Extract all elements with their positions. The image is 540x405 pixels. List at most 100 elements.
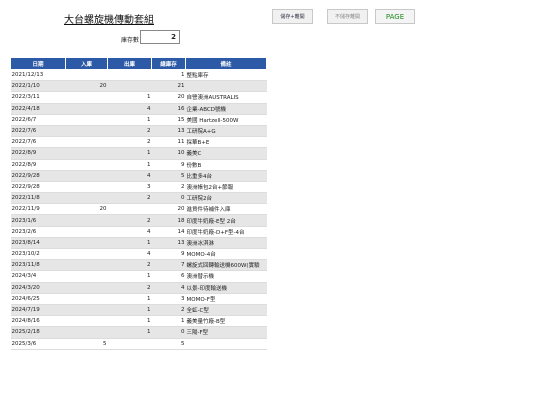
cell-date: 2025/3/6 bbox=[10, 338, 66, 350]
cell-note: 澳洲替示機 bbox=[185, 270, 267, 283]
table-row[interactable]: 2022/11/9 20 20 進貨件待補件入庫 bbox=[10, 203, 267, 216]
table-row[interactable]: 2024/8/16 1 1 義美量竹廠-B型 bbox=[10, 315, 267, 328]
cell-total: 1 bbox=[151, 315, 186, 328]
exit-without-save-button[interactable]: 不儲存離開 bbox=[327, 9, 368, 24]
table-row[interactable]: 2023/11/8 2 7 螺旋式回轉輸送機600W(實驗 bbox=[10, 259, 267, 272]
cell-note: 螺旋式回轉輸送機600W(實驗 bbox=[185, 259, 267, 272]
cell-out: 4 bbox=[107, 103, 152, 115]
cell-note: 自營澳洲AUSTRALIS bbox=[185, 91, 267, 104]
cell-total: 11 bbox=[151, 136, 186, 149]
cell-date: 2022/8/9 bbox=[10, 147, 66, 160]
cell-total: 2 bbox=[151, 304, 186, 317]
cell-date: 2022/9/28 bbox=[10, 181, 66, 194]
cell-date: 2023/8/14 bbox=[10, 237, 66, 250]
cell-total: 20 bbox=[151, 91, 186, 104]
header-out: 出庫 bbox=[107, 57, 152, 70]
cell-total: 5 bbox=[151, 338, 186, 350]
cell-note bbox=[185, 80, 267, 93]
cell-total: 2 bbox=[151, 181, 186, 194]
cell-date: 2022/3/11 bbox=[10, 91, 66, 104]
cell-total: 3 bbox=[151, 293, 186, 305]
page-title: 大台螺旋機傳動套組 bbox=[64, 15, 154, 26]
cell-note: 義美C bbox=[185, 147, 267, 160]
cell-in bbox=[65, 125, 108, 138]
table-row[interactable]: 2023/8/14 1 13 澳洲冰淇淋 bbox=[10, 237, 267, 250]
table-row[interactable]: 2022/7/6 2 13 工研院A+G bbox=[10, 125, 267, 138]
table-row[interactable]: 2024/3/4 1 6 澳洲替示機 bbox=[10, 270, 267, 283]
cell-out: 2 bbox=[107, 192, 152, 205]
cell-date: 2024/7/19 bbox=[10, 304, 66, 317]
cell-in bbox=[65, 282, 108, 294]
table-row[interactable]: 2022/8/9 1 10 義美C bbox=[10, 147, 267, 160]
table-row[interactable]: 2022/8/9 1 9 份數B bbox=[10, 159, 267, 171]
cell-note: 工研院2台 bbox=[185, 192, 267, 205]
cell-in bbox=[65, 226, 108, 238]
cell-total: 9 bbox=[151, 248, 186, 261]
cell-out: 2 bbox=[107, 214, 152, 227]
save-and-exit-button[interactable]: 儲存+離開 bbox=[272, 9, 313, 24]
cell-out bbox=[107, 338, 152, 350]
cell-date: 2022/9/28 bbox=[10, 170, 66, 182]
cell-in: 5 bbox=[65, 338, 108, 350]
table-row[interactable]: 2023/10/2 4 9 MOMO-4台 bbox=[10, 248, 267, 261]
cell-in bbox=[65, 293, 108, 305]
inventory-table: 日期 入庫 出庫 總庫存 備註 2021/12/13 1 整點庫存 2022/1/10… bbox=[10, 57, 267, 350]
cell-in bbox=[65, 259, 108, 272]
stock-quantity-field[interactable]: 2 bbox=[140, 30, 180, 44]
header-note: 備註 bbox=[185, 57, 267, 70]
cell-note: 比重多4台 bbox=[185, 170, 267, 182]
table-row[interactable]: 2024/6/25 1 3 MOMO-F型 bbox=[10, 293, 267, 305]
cell-note: 全虹-C型 bbox=[185, 304, 267, 317]
cell-in bbox=[65, 237, 108, 250]
table-row[interactable]: 2023/1/6 2 18 印度牛奶廠-E型 2台 bbox=[10, 214, 267, 227]
cell-total: 1 bbox=[151, 69, 186, 82]
cell-out: 4 bbox=[107, 248, 152, 261]
table-row[interactable]: 2021/12/13 1 整點庫存 bbox=[10, 69, 267, 82]
cell-note: 份數B bbox=[185, 159, 267, 171]
cell-note: 企業-ABCD號機 bbox=[185, 103, 267, 115]
cell-in bbox=[65, 304, 108, 317]
cell-note: MOMO-4台 bbox=[185, 248, 267, 261]
cell-note: 整點庫存 bbox=[185, 69, 267, 82]
cell-out bbox=[107, 69, 152, 82]
cell-out: 1 bbox=[107, 304, 152, 317]
table-row[interactable]: 2025/3/6 5 5 bbox=[10, 338, 267, 350]
cell-date: 2022/1/10 bbox=[10, 80, 66, 93]
table-row[interactable]: 2025/2/18 1 0 三陽-F型 bbox=[10, 326, 267, 339]
page-button[interactable]: PAGE bbox=[375, 9, 415, 24]
cell-note: 採華B+E bbox=[185, 136, 267, 149]
cell-out: 1 bbox=[107, 315, 152, 328]
cell-date: 2022/11/9 bbox=[10, 203, 66, 216]
cell-date: 2022/7/6 bbox=[10, 136, 66, 149]
cell-total: 0 bbox=[151, 326, 186, 339]
cell-in bbox=[65, 270, 108, 283]
table-row[interactable]: 2023/2/6 4 14 印度牛奶廠-D+F型-4台 bbox=[10, 226, 267, 238]
table-row[interactable]: 2022/6/7 1 15 美國 Hartzell-500W bbox=[10, 114, 267, 126]
cell-note: 工研院A+G bbox=[185, 125, 267, 138]
cell-date: 2022/11/8 bbox=[10, 192, 66, 205]
cell-note: MOMO-F型 bbox=[185, 293, 267, 305]
cell-note: 三陽-F型 bbox=[185, 326, 267, 339]
table-row[interactable]: 2022/9/28 3 2 澳洲帳包2台+節報 bbox=[10, 181, 267, 194]
table-row[interactable]: 2022/9/28 4 5 比重多4台 bbox=[10, 170, 267, 182]
cell-out: 2 bbox=[107, 282, 152, 294]
cell-in bbox=[65, 114, 108, 126]
cell-in bbox=[65, 315, 108, 328]
cell-date: 2023/1/6 bbox=[10, 214, 66, 227]
table-row[interactable]: 2022/4/18 4 16 企業-ABCD號機 bbox=[10, 103, 267, 115]
cell-total: 14 bbox=[151, 226, 186, 238]
table-row[interactable]: 2024/3/20 2 4 以景-印度輸送機 bbox=[10, 282, 267, 294]
cell-date: 2022/7/6 bbox=[10, 125, 66, 138]
table-row[interactable]: 2022/3/11 1 20 自營澳洲AUSTRALIS bbox=[10, 91, 267, 104]
cell-in bbox=[65, 69, 108, 82]
cell-date: 2022/4/18 bbox=[10, 103, 66, 115]
cell-total: 5 bbox=[151, 170, 186, 182]
table-row[interactable]: 2022/7/6 2 11 採華B+E bbox=[10, 136, 267, 149]
cell-note: 澳洲帳包2台+節報 bbox=[185, 181, 267, 194]
cell-total: 13 bbox=[151, 125, 186, 138]
cell-note: 印度牛奶廠-D+F型-4台 bbox=[185, 226, 267, 238]
table-row[interactable]: 2022/1/10 20 21 bbox=[10, 80, 267, 93]
cell-total: 21 bbox=[151, 80, 186, 93]
table-row[interactable]: 2022/11/8 2 0 工研院2台 bbox=[10, 192, 267, 205]
table-row[interactable]: 2024/7/19 1 2 全虹-C型 bbox=[10, 304, 267, 317]
